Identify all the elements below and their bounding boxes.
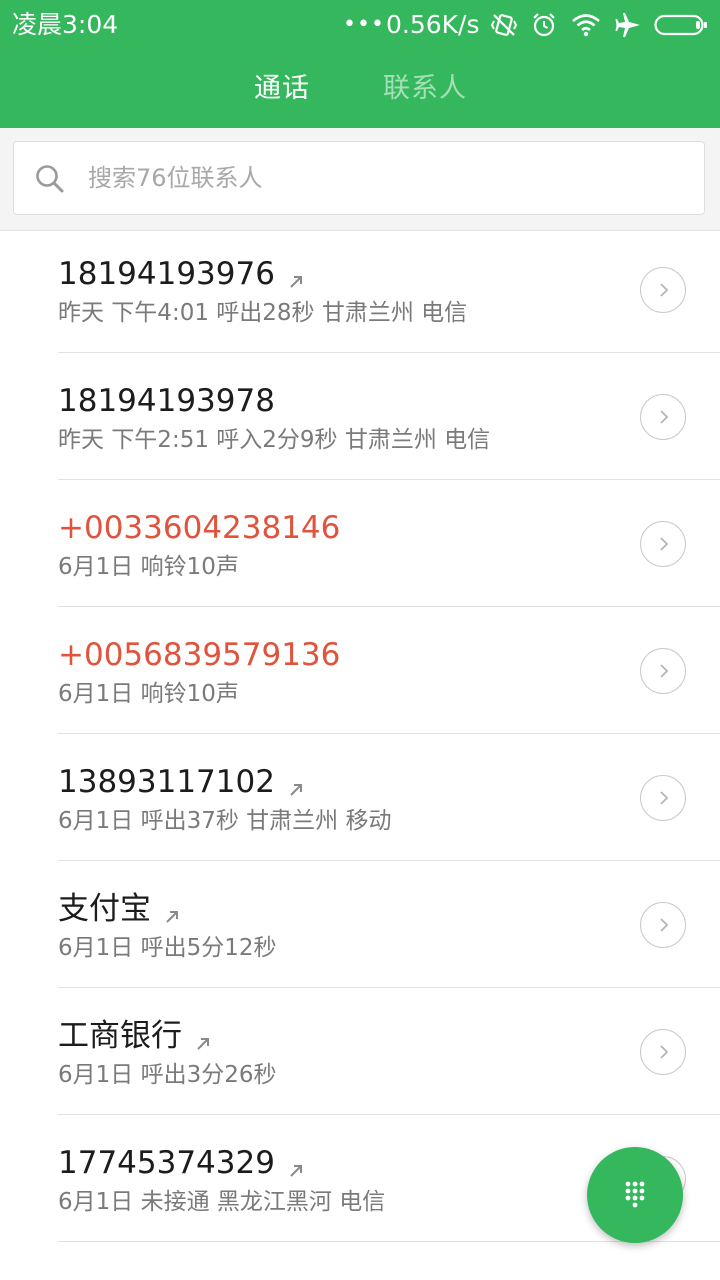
call-name-text: +0056839579136 [58,637,341,673]
chevron-right-icon [653,407,673,427]
chevron-right-icon [653,661,673,681]
call-name-text: 18194193976 [58,256,275,292]
call-detail: 昨天 下午4:01 呼出28秒 甘肃兰州 电信 [58,300,468,326]
call-log-row[interactable]: +0033604238146 6月1日 响铃10声 [0,480,720,607]
dialpad-icon [625,1181,645,1208]
outgoing-call-icon [287,261,305,288]
call-detail: 6月1日 呼出5分12秒 [58,935,277,961]
outgoing-call-icon [194,1023,212,1050]
call-detail: 昨天 下午2:51 呼入2分9秒 甘肃兰州 电信 [58,427,491,453]
chevron-right-icon [653,788,673,808]
outgoing-call-icon [163,896,181,923]
call-detail: 6月1日 响铃10声 [58,554,239,580]
chevron-right-icon [653,534,673,554]
call-log-row[interactable]: 18194193978 昨天 下午2:51 呼入2分9秒 甘肃兰州 电信 [0,353,720,480]
call-detail-button[interactable] [640,902,686,948]
airplane-icon [612,8,644,42]
network-speed: 0.56K/s [386,10,480,39]
call-detail: 6月1日 响铃10声 [58,681,239,707]
call-name: 工商银行 [58,1016,212,1056]
search-icon [34,163,66,195]
call-detail-button[interactable] [640,648,686,694]
call-detail-button[interactable] [640,1029,686,1075]
outgoing-call-icon [287,769,305,796]
call-name: 13893117102 [58,762,305,802]
chevron-right-icon [653,915,673,935]
call-log-row[interactable]: 18194193976 昨天 下午4:01 呼出28秒 甘肃兰州 电信 [0,226,720,353]
call-detail-button[interactable] [640,394,686,440]
status-time: 凌晨3:04 [12,10,119,39]
call-detail-button[interactable] [640,521,686,567]
call-name-text: 工商银行 [58,1018,182,1054]
dialpad-button[interactable] [587,1147,683,1243]
call-detail-button[interactable] [640,267,686,313]
call-name: 18194193978 [58,381,275,421]
call-log-list: 昨天 下午4:16 新建联系人18194193976昨天 下午4:01 呼出28… [0,140,720,1242]
search-input[interactable] [88,156,678,200]
call-detail: 6月1日 呼出3分26秒 [58,1062,277,1088]
call-log-row[interactable]: +0056839579136 6月1日 响铃10声 [0,607,720,734]
call-name: 17745374329 [58,1143,305,1183]
call-name-text: 17745374329 [58,1145,275,1181]
alarm-icon [529,8,559,42]
call-name: +0056839579136 [58,635,340,675]
call-name: +0033604238146 [58,508,340,548]
call-log-row[interactable]: 13893117102 6月1日 呼出37秒 甘肃兰州 移动 [0,734,720,861]
call-name: 支付宝 [58,889,181,929]
call-name-text: 支付宝 [58,891,151,927]
call-name-text: 18194193978 [58,383,275,419]
call-log-row[interactable]: 工商银行 6月1日 呼出3分26秒 [0,988,720,1115]
wifi-icon [570,8,602,42]
phone-screen: 凌晨3:04 ••• 0.56K/s 通话 联系人 搜索76位联系人 18194… [0,0,720,1280]
call-name-text: 13893117102 [58,764,275,800]
outgoing-call-icon [287,1150,305,1177]
call-log-row[interactable]: 支付宝 6月1日 呼出5分12秒 [0,861,720,988]
call-detail-button[interactable] [640,775,686,821]
chevron-right-icon [653,1042,673,1062]
search-box[interactable] [13,141,705,215]
call-name: 18194193976 [58,254,305,294]
chevron-right-icon [653,280,673,300]
search-area [0,128,720,231]
status-more-dots: ••• [343,12,385,37]
call-detail: 6月1日 未接通 黑龙江黑河 电信 [58,1189,386,1215]
vibrate-off-icon [488,8,520,42]
call-name-text: +0033604238146 [58,510,341,546]
status-bar: 凌晨3:04 ••• 0.56K/s [0,0,720,50]
battery-icon [654,8,708,42]
call-detail: 6月1日 呼出37秒 甘肃兰州 移动 [58,808,392,834]
